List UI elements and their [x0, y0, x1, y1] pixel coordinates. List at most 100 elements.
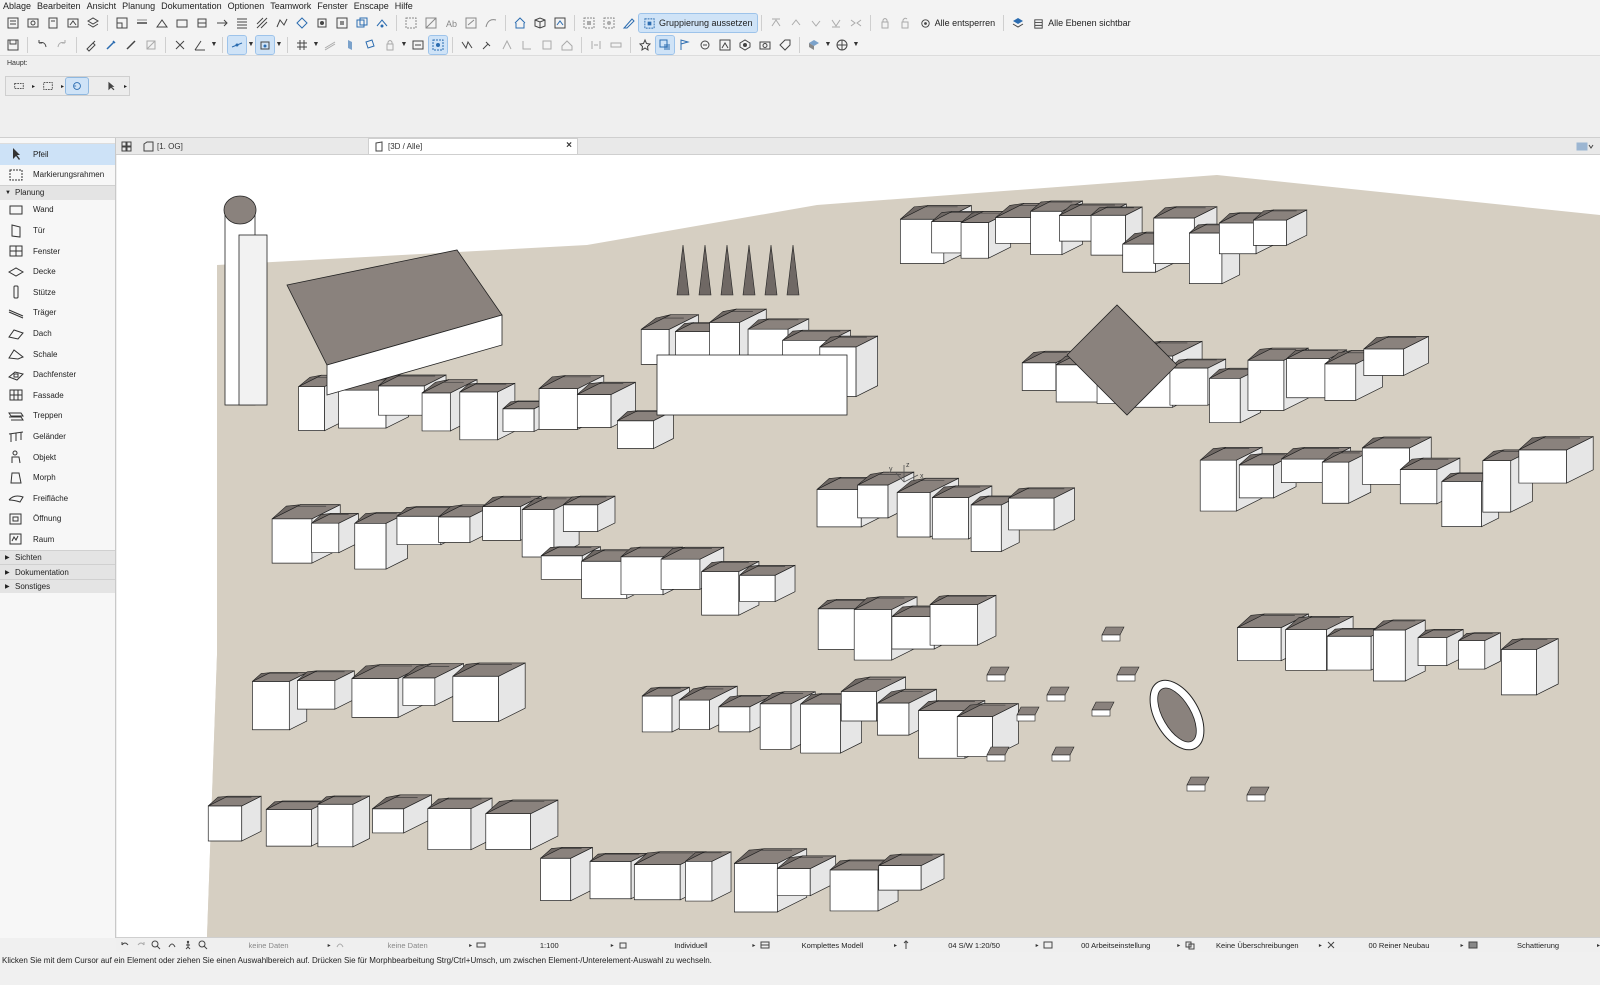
building-12-wall[interactable]	[747, 328, 789, 360]
drag-icon[interactable]	[478, 36, 496, 54]
building-80-wall[interactable]	[718, 706, 751, 733]
tool-shell[interactable]: Schale	[0, 344, 115, 365]
favorites-star-icon[interactable]	[636, 36, 654, 54]
building-27-wall[interactable]	[1021, 362, 1057, 391]
tool-markierungsrahmen[interactable]: Markierungsrahmen	[0, 165, 115, 186]
building-66-wall[interactable]	[1237, 627, 1282, 662]
building-54-wall[interactable]	[540, 555, 583, 580]
interior-elevation-icon[interactable]	[173, 14, 191, 32]
building-65-wall[interactable]	[1008, 497, 1055, 531]
building-81-wall[interactable]	[759, 703, 792, 750]
building-5-wall[interactable]	[502, 408, 535, 432]
building-39-wall[interactable]	[1281, 458, 1328, 483]
suspend-icon[interactable]	[580, 14, 598, 32]
send-backward-icon[interactable]	[807, 14, 825, 32]
building-83-wall[interactable]	[840, 691, 877, 722]
fillet-icon[interactable]	[538, 36, 556, 54]
building-94-wall[interactable]	[372, 808, 405, 834]
building-22-wall[interactable]	[1122, 243, 1156, 273]
building-48-wall[interactable]	[354, 522, 387, 570]
model-view-field[interactable]: Komplettes Modell ▸	[775, 939, 897, 952]
tool-pfeil[interactable]: Pfeil	[0, 144, 115, 165]
menu-ablage[interactable]: Ablage	[0, 1, 34, 11]
project-map-icon[interactable]	[4, 14, 22, 32]
bring-forward-icon[interactable]	[787, 14, 805, 32]
tool-zone[interactable]: Raum	[0, 529, 115, 550]
render-icon[interactable]	[736, 36, 754, 54]
flag-icon[interactable]	[676, 36, 694, 54]
lock-icon[interactable]	[876, 14, 894, 32]
building-49-wall[interactable]	[396, 515, 442, 546]
building-33-wall[interactable]	[1247, 359, 1285, 411]
zoom-icon[interactable]	[150, 939, 163, 952]
building-89-wall[interactable]	[891, 616, 935, 650]
tool-beam[interactable]: Träger	[0, 303, 115, 324]
market-stall-2[interactable]	[986, 746, 1010, 756]
building-101-wall[interactable]	[733, 863, 778, 913]
magic-wand-icon[interactable]	[313, 14, 331, 32]
building-53-wall[interactable]	[562, 504, 599, 532]
market-stall-base-6[interactable]	[1101, 634, 1121, 642]
market-stall-0[interactable]	[986, 666, 1010, 676]
building-82-wall[interactable]	[800, 703, 841, 754]
padlock-icon[interactable]	[381, 36, 399, 54]
overrides-field[interactable]: Keine Überschreibungen ▸	[1200, 939, 1322, 952]
building-18-wall[interactable]	[995, 217, 1032, 244]
building-59-wall[interactable]	[739, 574, 776, 602]
undo-data-field[interactable]: keine Daten ▸	[214, 939, 331, 952]
angle-icon[interactable]	[191, 36, 209, 54]
building-3-wall[interactable]	[421, 392, 451, 432]
layer-combo-field[interactable]: 04 S/W 1:20/50 ▸	[917, 939, 1038, 952]
building-79-wall[interactable]	[678, 699, 710, 730]
line-icon[interactable]	[273, 14, 291, 32]
3d-viewport[interactable]: z x y	[117, 155, 1600, 937]
building-17-wall[interactable]	[960, 222, 989, 259]
diamond-icon[interactable]	[293, 14, 311, 32]
building-21-wall[interactable]	[1090, 214, 1126, 256]
building-77-wall[interactable]	[452, 675, 499, 722]
building-40-wall[interactable]	[1321, 461, 1350, 504]
city-3d-model[interactable]: z x y	[117, 155, 1600, 937]
building-88-wall[interactable]	[853, 609, 893, 661]
pointer-icon[interactable]	[100, 78, 122, 94]
axis-z-label[interactable]: z	[906, 462, 910, 469]
save-icon[interactable]	[4, 36, 22, 54]
tool-window[interactable]: Fenster	[0, 241, 115, 262]
building-84-wall[interactable]	[877, 702, 910, 736]
building-51-wall[interactable]	[482, 506, 521, 541]
worksheet-icon[interactable]	[193, 14, 211, 32]
market-stall-3[interactable]	[1051, 746, 1075, 756]
scale-field[interactable]: 1:100 ▸	[492, 939, 614, 952]
publisher-icon[interactable]	[64, 14, 82, 32]
align-icon[interactable]	[607, 36, 625, 54]
offset-icon[interactable]	[373, 14, 391, 32]
marquee-small-icon[interactable]	[37, 78, 59, 94]
building-26-wall[interactable]	[1253, 219, 1287, 246]
3d-document-icon[interactable]	[551, 14, 569, 32]
gothic-church-facade[interactable]	[656, 354, 848, 416]
market-stall-base-3[interactable]	[1051, 754, 1071, 762]
adjust-icon[interactable]	[518, 36, 536, 54]
reset-order-icon[interactable]	[847, 14, 865, 32]
market-stall-base-8[interactable]	[1246, 794, 1266, 802]
menu-fenster[interactable]: Fenster	[314, 1, 351, 11]
duplicate-icon[interactable]	[353, 14, 371, 32]
renovation-field[interactable]: 00 Reiner Neubau ▸	[1341, 939, 1463, 952]
tag-icon[interactable]	[776, 36, 794, 54]
surface-icon[interactable]	[341, 36, 359, 54]
menu-optionen[interactable]: Optionen	[225, 1, 268, 11]
navigator-switch[interactable]	[1576, 140, 1594, 152]
building-75-wall[interactable]	[351, 678, 399, 718]
building-56-wall[interactable]	[620, 556, 664, 596]
hatch-icon[interactable]	[253, 14, 271, 32]
all-layers-visible-button[interactable]: Alle Ebenen sichtbar	[1028, 14, 1135, 32]
building-99-wall[interactable]	[633, 864, 681, 901]
section-sichten[interactable]: ▶ Sichten	[0, 549, 115, 565]
building-96-wall[interactable]	[485, 813, 532, 850]
building-62-wall[interactable]	[896, 492, 931, 538]
house-icon[interactable]	[511, 14, 529, 32]
elevation-icon[interactable]	[153, 14, 171, 32]
layout-book-icon[interactable]	[44, 14, 62, 32]
building-23-wall[interactable]	[1153, 217, 1195, 264]
building-0-wall[interactable]	[298, 386, 325, 431]
